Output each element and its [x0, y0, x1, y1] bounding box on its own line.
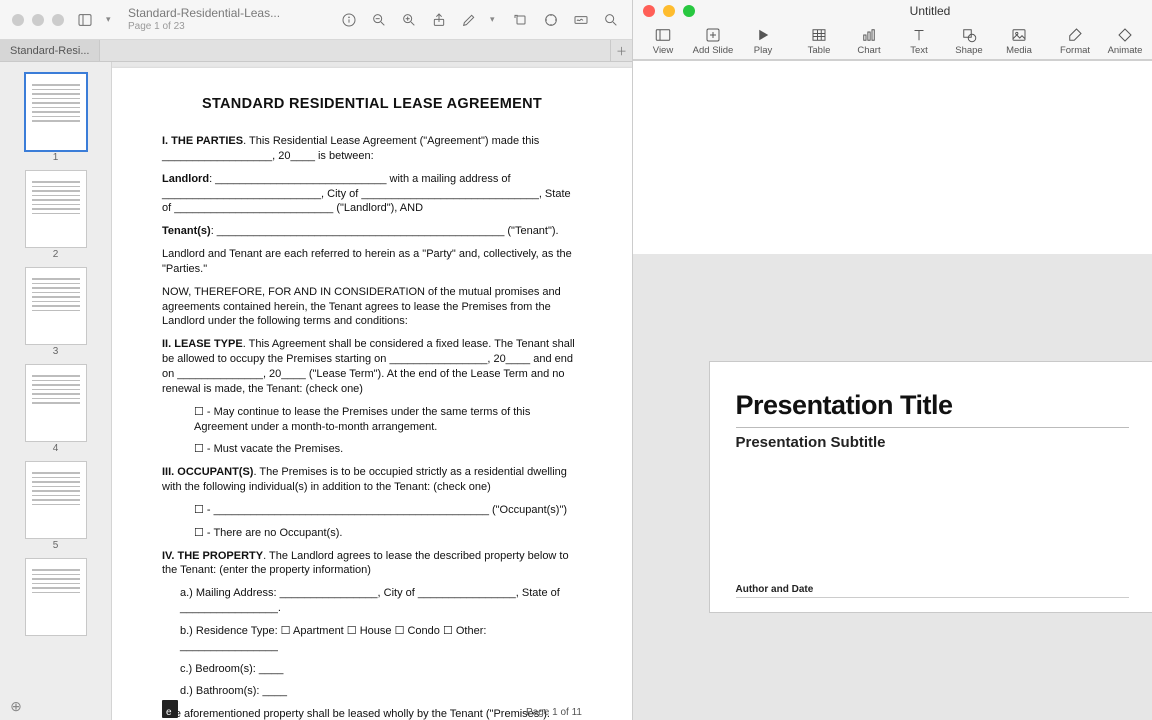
minimize-dot[interactable]	[663, 5, 675, 17]
doc-option: ☐ - ____________________________________…	[162, 503, 582, 518]
thumbnail[interactable]	[26, 559, 86, 635]
doc-title: STANDARD RESIDENTIAL LEASE AGREEMENT	[162, 96, 582, 112]
brush-icon	[1066, 26, 1084, 44]
close-dot[interactable]	[12, 14, 24, 26]
doc-footer-page: Page 1 of 11	[526, 707, 582, 718]
preview-traffic-lights[interactable]	[12, 14, 64, 26]
chart-icon	[860, 26, 878, 44]
thumbnail-sidebar[interactable]: 1 2 3 4 5 ⊕	[0, 62, 112, 720]
info-icon[interactable]	[340, 11, 358, 29]
plus-icon	[704, 26, 722, 44]
keynote-toolbar: View Add Slide Play Table Chart Text Sha…	[633, 22, 1152, 60]
zoom-out-icon[interactable]	[370, 11, 388, 29]
keynote-canvas[interactable]: Presentation Title Presentation Subtitle…	[633, 254, 1152, 720]
thumbnail[interactable]	[26, 268, 86, 344]
sidebar-toggle-icon[interactable]	[76, 11, 94, 29]
media-icon	[1010, 26, 1028, 44]
text-button[interactable]: Text	[897, 26, 941, 56]
doc-paragraph: II. LEASE TYPE. This Agreement shall be …	[162, 337, 582, 396]
search-icon[interactable]	[602, 11, 620, 29]
thumbnail-number: 5	[0, 540, 111, 551]
play-icon	[754, 26, 772, 44]
thumbnail-number: 4	[0, 443, 111, 454]
thumbnail[interactable]	[26, 365, 86, 441]
keynote-traffic-lights[interactable]	[643, 5, 695, 17]
doc-paragraph: NOW, THEREFORE, FOR AND IN CONSIDERATION…	[162, 285, 582, 330]
add-page-button[interactable]: ⊕	[8, 698, 24, 714]
format-button[interactable]: Format	[1053, 26, 1097, 56]
new-tab-button[interactable]: ＋	[610, 40, 632, 61]
doc-paragraph: Tenant(s): _____________________________…	[162, 224, 582, 239]
preview-tab-label: Standard-Resi...	[10, 45, 89, 57]
markup-menu-caret[interactable]: ▾	[490, 14, 500, 25]
close-dot[interactable]	[643, 5, 655, 17]
shape-button[interactable]: Shape	[947, 26, 991, 56]
media-button[interactable]: Media	[997, 26, 1041, 56]
thumbnail-number: 2	[0, 249, 111, 260]
add-slide-button[interactable]: Add Slide	[691, 26, 735, 56]
seal-icon	[162, 700, 178, 718]
slide-author-line	[736, 597, 1129, 598]
doc-subitem: d.) Bathroom(s): ____	[162, 684, 582, 699]
preview-filename: Standard-Residential-Leas...	[128, 7, 280, 20]
doc-option: ☐ - Must vacate the Premises.	[162, 442, 582, 457]
thumbnail-number: 1	[0, 152, 111, 163]
preview-tab[interactable]: Standard-Resi...	[0, 40, 100, 61]
doc-option: ☐ - There are no Occupant(s).	[162, 526, 582, 541]
document-page: STANDARD RESIDENTIAL LEASE AGREEMENT I. …	[112, 68, 632, 720]
sign-icon[interactable]	[572, 11, 590, 29]
keynote-titlebar: Untitled	[633, 0, 1152, 22]
share-icon[interactable]	[430, 11, 448, 29]
preview-title-block: Standard-Residential-Leas... Page 1 of 2…	[128, 7, 280, 31]
rotate-icon[interactable]	[512, 11, 530, 29]
markup-icon[interactable]	[460, 11, 478, 29]
play-button[interactable]: Play	[741, 26, 785, 56]
preview-tabbar: Standard-Resi... ＋	[0, 40, 632, 62]
minimize-dot[interactable]	[32, 14, 44, 26]
table-button[interactable]: Table	[797, 26, 841, 56]
keynote-navigator[interactable]	[633, 60, 1152, 254]
preview-window: ▾ Standard-Residential-Leas... Page 1 of…	[0, 0, 633, 720]
doc-subitem: b.) Residence Type: ☐ Apartment ☐ House …	[162, 624, 582, 654]
slide[interactable]: Presentation Title Presentation Subtitle…	[710, 362, 1152, 612]
slide-author[interactable]: Author and Date	[736, 584, 1129, 595]
thumbnail[interactable]	[26, 171, 86, 247]
thumbnail[interactable]	[26, 462, 86, 538]
view-button[interactable]: View	[641, 26, 685, 56]
thumbnail[interactable]	[26, 74, 86, 150]
doc-paragraph: I. THE PARTIES. This Residential Lease A…	[162, 134, 582, 164]
keynote-window: Untitled View Add Slide Play Table Chart…	[633, 0, 1152, 720]
doc-footer: Page 1 of 11	[162, 700, 582, 718]
page-viewport[interactable]: STANDARD RESIDENTIAL LEASE AGREEMENT I. …	[112, 62, 632, 720]
doc-paragraph: IV. THE PROPERTY. The Landlord agrees to…	[162, 549, 582, 579]
slide-divider	[736, 427, 1129, 428]
thumbnail-number: 3	[0, 346, 111, 357]
table-icon	[810, 26, 828, 44]
slide-title[interactable]: Presentation Title	[736, 390, 1129, 421]
view-icon	[654, 26, 672, 44]
preview-body: 1 2 3 4 5 ⊕ STANDARD RESIDENTIAL LEASE A…	[0, 62, 632, 720]
animate-icon	[1116, 26, 1134, 44]
zoom-dot[interactable]	[52, 14, 64, 26]
doc-paragraph: III. OCCUPANT(S). The Premises is to be …	[162, 465, 582, 495]
doc-paragraph: Landlord and Tenant are each referred to…	[162, 247, 582, 277]
preview-page-indicator: Page 1 of 23	[128, 21, 280, 32]
animate-button[interactable]: Animate	[1103, 26, 1147, 56]
keynote-title: Untitled	[695, 4, 1152, 18]
doc-subitem: c.) Bedroom(s): ____	[162, 662, 582, 677]
zoom-dot[interactable]	[683, 5, 695, 17]
chart-button[interactable]: Chart	[847, 26, 891, 56]
sidebar-menu-caret[interactable]: ▾	[106, 14, 116, 25]
zoom-in-icon[interactable]	[400, 11, 418, 29]
doc-option: ☐ - May continue to lease the Premises u…	[162, 405, 582, 435]
doc-subitem: a.) Mailing Address: ________________, C…	[162, 586, 582, 616]
text-icon	[910, 26, 928, 44]
preview-titlebar: ▾ Standard-Residential-Leas... Page 1 of…	[0, 0, 632, 40]
shape-icon	[960, 26, 978, 44]
doc-paragraph: Landlord: ____________________________ w…	[162, 172, 582, 217]
slide-subtitle[interactable]: Presentation Subtitle	[736, 434, 1129, 451]
highlight-icon[interactable]	[542, 11, 560, 29]
